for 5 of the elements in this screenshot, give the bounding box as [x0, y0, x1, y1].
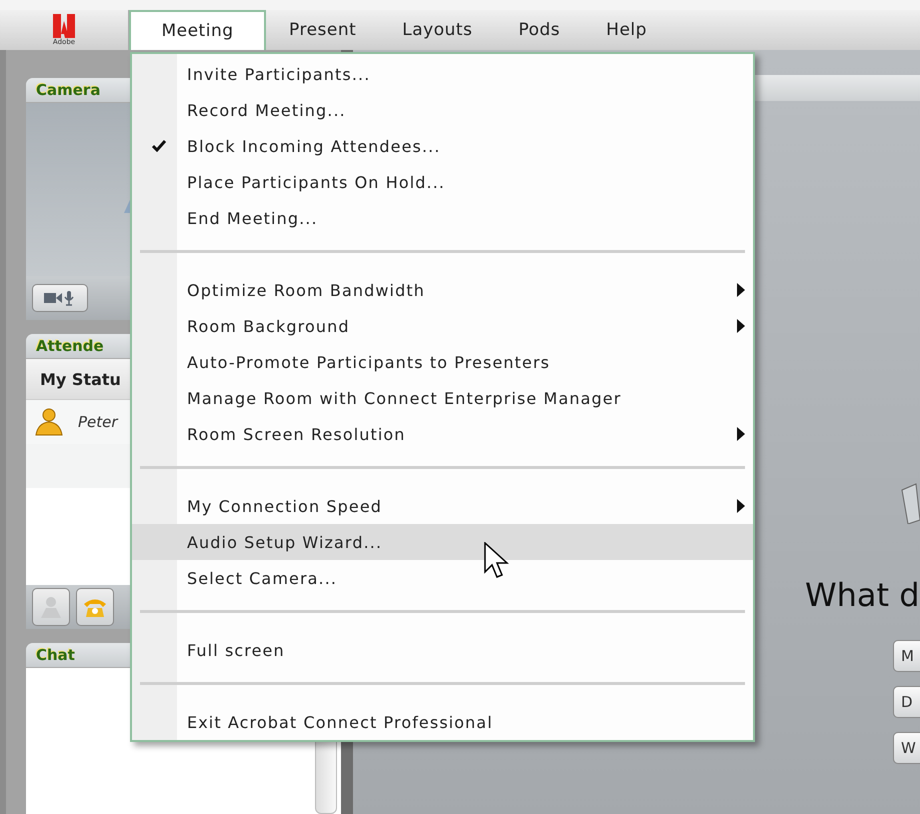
pod-title: Camera	[36, 81, 100, 99]
stage-heading: What d	[805, 576, 920, 614]
column-header: My Statu	[40, 370, 121, 388]
pod-title: Attende	[36, 337, 104, 355]
pod-title: Chat	[36, 646, 75, 664]
